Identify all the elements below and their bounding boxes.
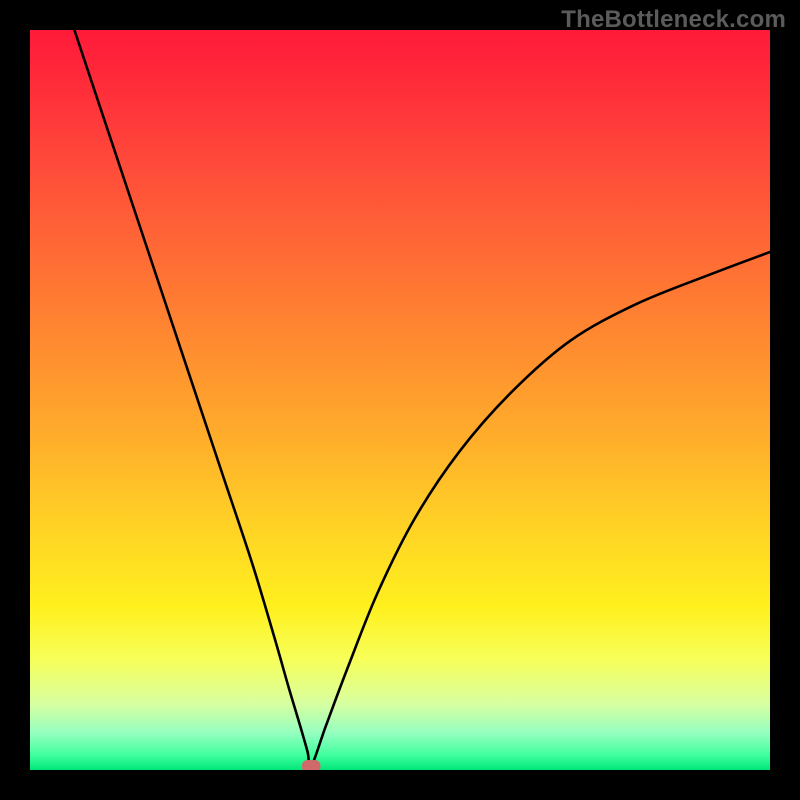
- optimum-marker: [302, 760, 320, 770]
- chart-frame: TheBottleneck.com: [0, 0, 800, 800]
- plot-area: [30, 30, 770, 770]
- bottleneck-curve: [74, 30, 770, 767]
- watermark-text: TheBottleneck.com: [561, 6, 786, 34]
- curve-layer: [30, 30, 770, 770]
